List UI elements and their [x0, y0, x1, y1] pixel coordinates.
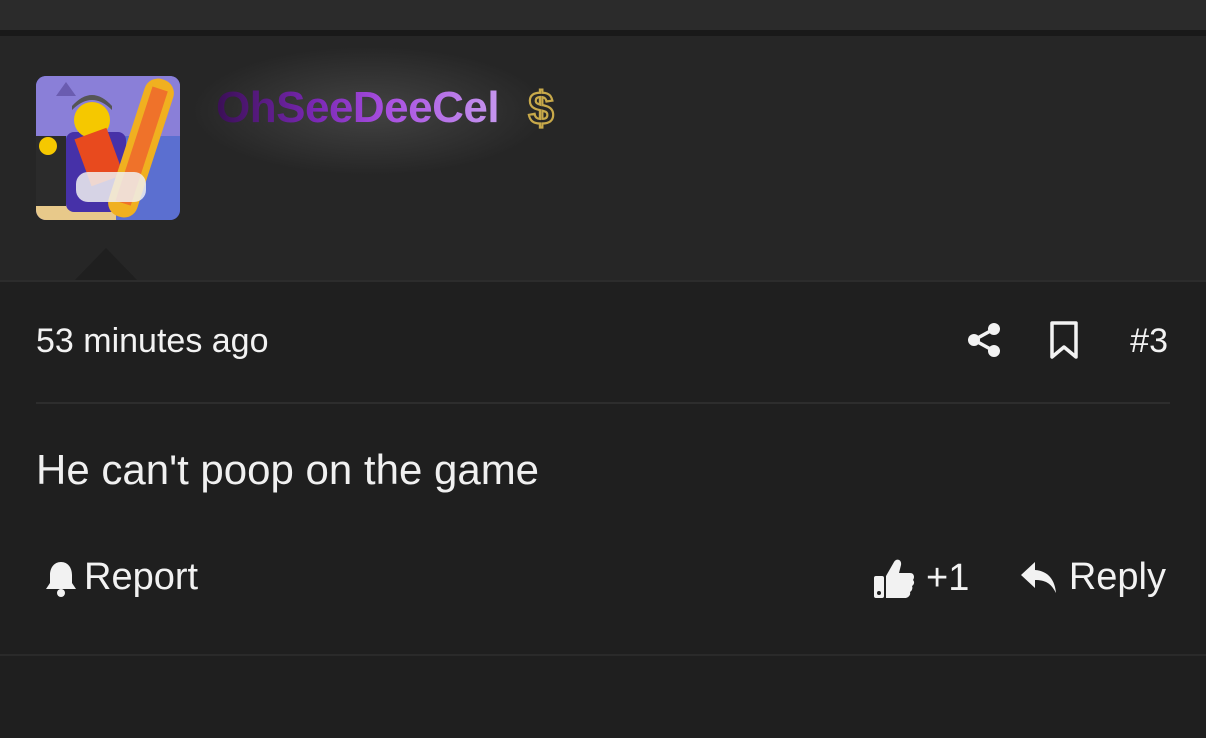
avatar[interactable]	[36, 76, 180, 220]
report-button[interactable]: Report	[44, 556, 198, 599]
bell-icon	[46, 561, 76, 597]
svg-text:$: $	[528, 82, 554, 134]
meta-divider	[36, 402, 1170, 404]
top-strip	[0, 0, 1206, 36]
thumbs-up-icon	[874, 559, 915, 598]
header-border	[0, 280, 1206, 282]
post-meta-row: 53 minutes ago #3	[36, 318, 1170, 366]
dollar-sign-icon: $	[527, 82, 555, 134]
avatar-image	[36, 76, 180, 220]
username-row: OhSeeDeeCel $	[216, 82, 561, 134]
header-notch	[74, 248, 138, 281]
reply-button[interactable]: Reply	[1019, 556, 1166, 599]
reply-label: Reply	[1068, 556, 1166, 598]
post-number-link[interactable]: #3	[1130, 322, 1168, 361]
report-label: Report	[84, 556, 199, 598]
share-icon[interactable]	[966, 322, 1002, 358]
post-actions: Report +1 Reply	[36, 556, 1170, 610]
like-count: +1	[926, 556, 970, 599]
post-bottom-divider	[0, 654, 1206, 656]
like-button[interactable]: +1	[872, 556, 969, 600]
bookmark-icon[interactable]	[1048, 320, 1080, 360]
username-link[interactable]: OhSeeDeeCel	[216, 82, 500, 134]
reply-icon	[1020, 561, 1056, 593]
user-header	[0, 36, 1206, 281]
post-timestamp[interactable]: 53 minutes ago	[36, 322, 269, 361]
post-body: He can't poop on the game	[36, 446, 540, 493]
